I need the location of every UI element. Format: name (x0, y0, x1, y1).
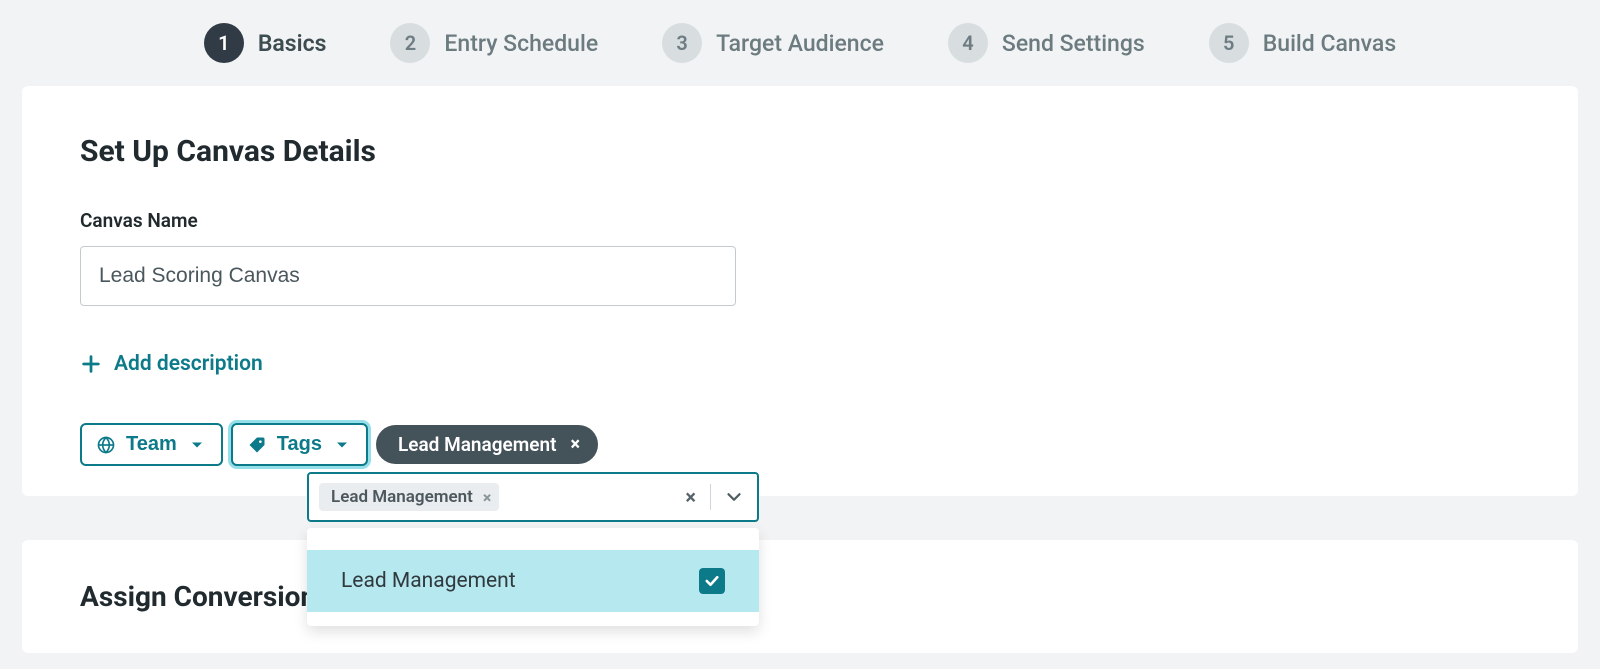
step-number: 3 (662, 23, 702, 63)
team-dropdown-button[interactable]: Team (80, 423, 223, 466)
step-number: 1 (204, 23, 244, 63)
remove-tag-icon[interactable]: × (571, 434, 581, 455)
check-icon (703, 572, 721, 590)
caret-down-icon (187, 435, 207, 455)
tags-option-lead-management[interactable]: Lead Management (307, 550, 759, 612)
tags-combobox-control[interactable]: Lead Management × × (307, 472, 759, 522)
tags-combobox-chip: Lead Management × (319, 483, 499, 511)
step-entry-schedule[interactable]: 2 Entry Schedule (390, 23, 598, 63)
meta-row: Team Tags Lead Management × (80, 423, 1520, 466)
step-basics[interactable]: 1 Basics (204, 23, 327, 63)
step-target-audience[interactable]: 3 Target Audience (662, 23, 884, 63)
step-number: 2 (390, 23, 430, 63)
conversion-events-title: Assign Conversion Events (80, 580, 1520, 613)
tags-option-label: Lead Management (341, 569, 516, 593)
tag-icon (247, 435, 267, 455)
tags-combobox-clear-icon[interactable]: × (677, 485, 704, 509)
step-number: 5 (1209, 23, 1249, 63)
step-label: Target Audience (716, 30, 884, 57)
tags-combobox-caret[interactable] (717, 486, 751, 508)
team-button-label: Team (126, 433, 177, 456)
chevron-down-icon (723, 486, 745, 508)
wizard-stepper: 1 Basics 2 Entry Schedule 3 Target Audie… (0, 0, 1600, 86)
tags-dropdown-button[interactable]: Tags (231, 423, 368, 466)
conversion-events-card: Assign Conversion Events (22, 540, 1578, 653)
canvas-details-card: Set Up Canvas Details Canvas Name Add de… (22, 86, 1578, 496)
plus-icon (80, 353, 102, 375)
tags-combobox-chip-remove-icon[interactable]: × (483, 488, 491, 507)
applied-tag-label: Lead Management (398, 433, 557, 456)
applied-tag-chip: Lead Management × (376, 425, 598, 464)
step-build-canvas[interactable]: 5 Build Canvas (1209, 23, 1396, 63)
caret-down-icon (332, 435, 352, 455)
card-title: Set Up Canvas Details (80, 134, 1520, 169)
tags-combobox-menu: Lead Management (307, 528, 759, 626)
canvas-name-label: Canvas Name (80, 209, 1520, 232)
step-send-settings[interactable]: 4 Send Settings (948, 23, 1145, 63)
add-description-label: Add description (114, 352, 263, 376)
tags-combobox: Lead Management × × Lead Management (307, 472, 759, 626)
canvas-name-input[interactable] (80, 246, 736, 306)
step-label: Basics (258, 30, 327, 57)
step-label: Build Canvas (1263, 30, 1396, 57)
step-number: 4 (948, 23, 988, 63)
tags-option-checkbox[interactable] (699, 568, 725, 594)
step-label: Entry Schedule (444, 30, 598, 57)
divider (710, 484, 711, 510)
add-description-button[interactable]: Add description (80, 352, 263, 376)
step-label: Send Settings (1002, 30, 1145, 57)
tags-combobox-chip-label: Lead Management (331, 487, 473, 507)
tags-button-label: Tags (277, 433, 322, 456)
globe-icon (96, 435, 116, 455)
